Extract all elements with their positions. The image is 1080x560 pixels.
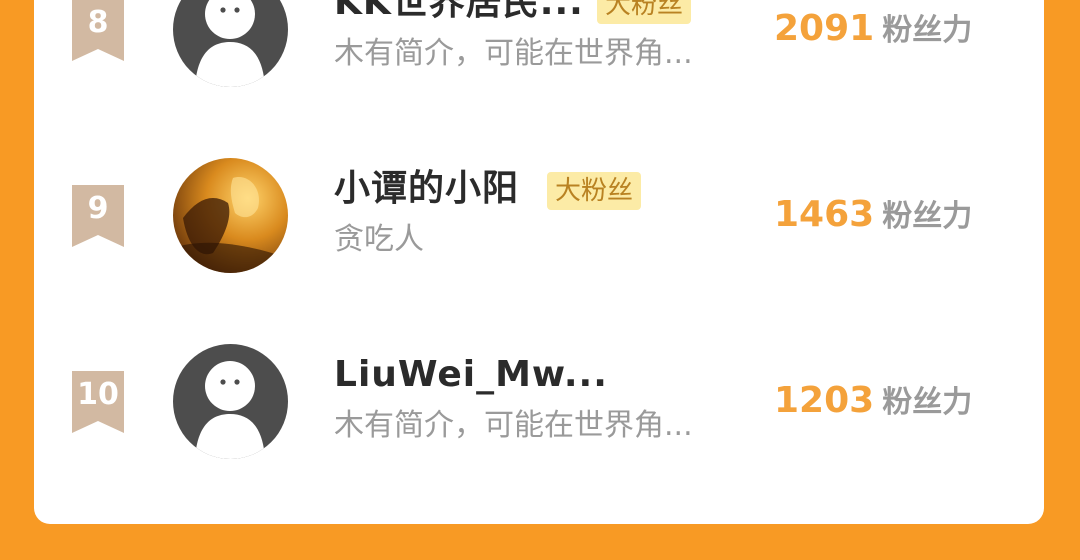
rank-ribbon-badge: 8 [72,0,124,61]
user-name[interactable]: LiuWei_Mw... [334,352,608,398]
rank-number: 9 [87,191,109,226]
default-avatar-icon [173,344,288,459]
avatar[interactable] [173,158,288,273]
fan-power-score: 1203 粉丝力 [774,378,972,430]
avatar[interactable] [173,344,288,459]
score-value: 2091 [774,8,875,49]
fan-ranking-card: 8 KK世界居民... 大粉丝 木有简介，可能在世界角... 2091 粉丝力 9 [34,0,1044,524]
rank-ribbon-badge: 9 [72,185,124,247]
ranking-row[interactable]: 8 KK世界居民... 大粉丝 木有简介，可能在世界角... 2091 粉丝力 [34,0,1044,100]
score-value: 1463 [774,194,875,235]
ranking-row[interactable]: 10 LiuWei_Mw... 木有简介，可能在世界角... 1203 粉丝力 [34,332,1044,472]
rank-number: 8 [87,5,109,40]
score-label: 粉丝力 [882,199,973,234]
user-name[interactable]: 小谭的小阳 [334,166,519,212]
rank-number: 10 [77,377,119,412]
fan-level-tag: 大粉丝 [597,0,692,24]
user-name[interactable]: KK世界居民... [334,0,584,26]
score-value: 1203 [774,380,875,421]
score-label: 粉丝力 [882,13,973,48]
avatar[interactable] [173,0,288,87]
rank-ribbon-badge: 10 [72,371,124,433]
user-bio: 木有简介，可能在世界角... [334,408,693,443]
default-avatar-icon [173,0,288,87]
fan-power-score: 2091 粉丝力 [774,6,972,58]
photo-avatar-icon [173,158,288,273]
user-bio: 木有简介，可能在世界角... [334,36,693,71]
ranking-row[interactable]: 9 小谭的小阳 大粉丝 贪吃人 1463 粉丝力 [34,146,1044,286]
score-label: 粉丝力 [882,385,973,420]
fan-power-score: 1463 粉丝力 [774,192,972,244]
fan-level-tag: 大粉丝 [547,172,642,210]
user-bio: 贪吃人 [334,222,424,257]
